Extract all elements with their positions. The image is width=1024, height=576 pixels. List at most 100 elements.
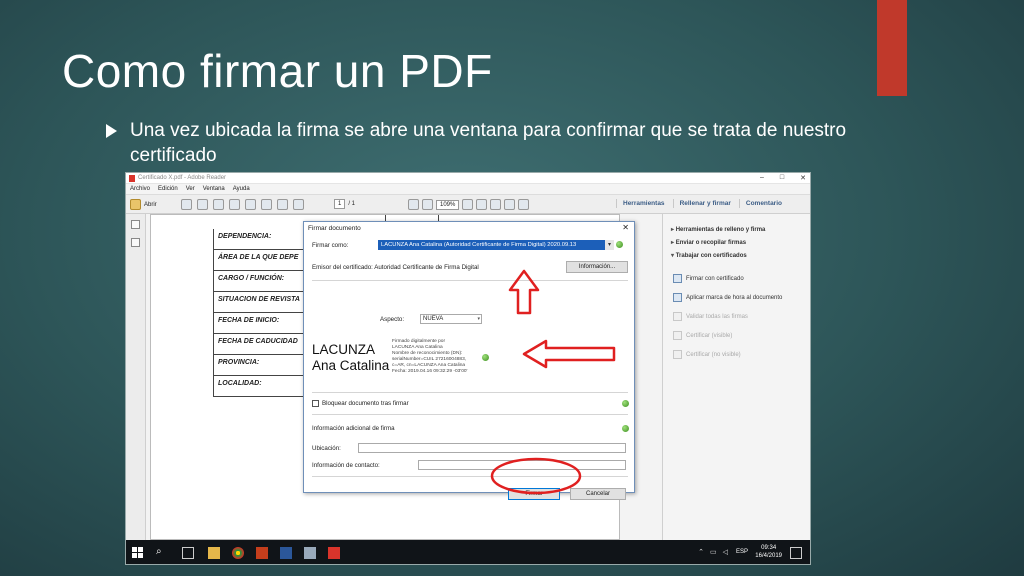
- chevron-down-icon: ▾: [605, 240, 614, 250]
- powerpoint-icon[interactable]: [256, 547, 268, 559]
- status-ok-icon: [616, 241, 623, 248]
- status-ok-icon: [622, 425, 629, 432]
- tab-rellenar-firmar[interactable]: Rellenar y firmar: [672, 199, 737, 208]
- email-icon[interactable]: [261, 199, 272, 210]
- section-enviar-firmas[interactable]: Enviar o recopilar firmas: [663, 235, 810, 248]
- tab-herramientas[interactable]: Herramientas: [616, 199, 671, 208]
- menubar: Archivo Edición Ver Ventana Ayuda: [126, 184, 810, 195]
- form-field-label: FECHA DE INICIO:: [214, 313, 308, 334]
- bullet-arrow-icon: [106, 124, 117, 138]
- lock-document-label: Bloquear documento tras firmar: [322, 400, 409, 407]
- minimize-icon[interactable]: –: [760, 174, 764, 182]
- location-label: Ubicación:: [312, 445, 341, 452]
- appearance-label: Aspecto:: [380, 316, 405, 323]
- acrobat-icon[interactable]: [328, 547, 340, 559]
- signature-name: LACUNZA Ana Catalina: [312, 342, 389, 374]
- search-icon[interactable]: ⌕: [156, 546, 168, 558]
- signature-preview: LACUNZA Ana Catalina Firmado digitalment…: [312, 334, 474, 386]
- folder-icon: [130, 199, 141, 210]
- close-icon[interactable]: ✕: [800, 174, 806, 182]
- menu-archivo[interactable]: Archivo: [130, 186, 150, 192]
- menu-ayuda[interactable]: Ayuda: [233, 186, 250, 192]
- menu-ventana[interactable]: Ventana: [203, 186, 225, 192]
- certify-visible-icon: [673, 331, 682, 340]
- signature-meta-line: Fecha: 2019.04.16 09:32:29 -03'00': [392, 369, 468, 374]
- appearance-select[interactable]: NUEVA ▾: [420, 314, 482, 324]
- toolbar: Abrir 1 / 1 109% Herramientas Rellenar y…: [126, 195, 810, 214]
- item-certificar-visible: Certificar (visible): [663, 326, 810, 345]
- word-icon[interactable]: [280, 547, 292, 559]
- fit-width-icon[interactable]: [476, 199, 488, 210]
- tools-panel: Herramientas de relleno y firma Enviar o…: [662, 214, 810, 540]
- toolbar-icons: [181, 199, 304, 210]
- fit-page-icon[interactable]: [462, 199, 474, 210]
- zoom-out-icon[interactable]: [408, 199, 419, 210]
- app-icon[interactable]: [304, 547, 316, 559]
- menu-ver[interactable]: Ver: [186, 186, 195, 192]
- zoom-in-icon[interactable]: [422, 199, 433, 210]
- sign-tool-icon[interactable]: [518, 199, 530, 210]
- form-field-label: CARGO / FUNCIÓN:: [214, 271, 308, 292]
- item-certificar-no-visible: Certificar (no visible): [663, 345, 810, 364]
- form-field-label: DEPENDENCIA:: [214, 229, 308, 250]
- dialog-title: Firmar documento: [308, 225, 361, 232]
- tab-comentario[interactable]: Comentario: [738, 199, 788, 208]
- window-controls: – □ ✕: [760, 174, 806, 182]
- pages-panel-icon[interactable]: [131, 220, 140, 229]
- divider: [312, 476, 628, 477]
- notifications-icon[interactable]: [790, 547, 802, 559]
- open-button[interactable]: Abrir: [130, 199, 157, 210]
- task-view-icon[interactable]: [182, 547, 194, 559]
- item-marca-hora[interactable]: Aplicar marca de hora al documento: [663, 288, 810, 307]
- item-label: Aplicar marca de hora al documento: [686, 294, 783, 301]
- sign-as-value: LACUNZA Ana Catalina (Autoridad Certific…: [381, 242, 577, 248]
- cancel-button[interactable]: Cancelar: [570, 488, 626, 500]
- clock[interactable]: 09:34 16/4/2019: [755, 544, 782, 560]
- chrome-icon[interactable]: [232, 547, 244, 559]
- section-relleno-firma[interactable]: Herramientas de relleno y firma: [663, 222, 810, 235]
- comment-icon[interactable]: [490, 199, 502, 210]
- next-page-icon[interactable]: [293, 199, 304, 210]
- info-button[interactable]: Información...: [566, 261, 628, 273]
- attachments-icon[interactable]: [131, 238, 140, 247]
- item-firmar-certificado[interactable]: Firmar con certificado: [663, 269, 810, 288]
- file-explorer-icon[interactable]: [208, 547, 220, 559]
- chevron-down-icon: ▾: [477, 316, 480, 322]
- save-icon[interactable]: [229, 199, 240, 210]
- highlight-icon[interactable]: [504, 199, 516, 210]
- form-field-label: SITUACION DE REVISTA: [214, 292, 308, 313]
- lock-document-checkbox[interactable]: [312, 400, 319, 407]
- item-label: Certificar (visible): [686, 332, 733, 339]
- form-labels: DEPENDENCIA: ÁREA DE LA QUE DEPE CARGO /…: [213, 229, 308, 397]
- language-indicator[interactable]: ESP: [736, 549, 748, 555]
- prev-page-icon[interactable]: [277, 199, 288, 210]
- form-field-label: FECHA DE CADUCIDAD: [214, 334, 308, 355]
- screenshot: Certificado X.pdf - Adobe Reader – □ ✕ A…: [125, 172, 811, 565]
- windows-start-icon[interactable]: [132, 547, 144, 559]
- issuer-text: Emisor del certificado: Autoridad Certif…: [312, 264, 479, 271]
- page-input[interactable]: 1: [334, 199, 346, 209]
- form-field-label: ÁREA DE LA QUE DEPE: [214, 250, 308, 271]
- print-icon[interactable]: [245, 199, 256, 210]
- location-input[interactable]: [358, 443, 626, 453]
- cloud-icon[interactable]: [213, 199, 224, 210]
- window-titlebar: Certificado X.pdf - Adobe Reader – □ ✕: [126, 173, 810, 184]
- certify-invisible-icon: [673, 350, 682, 359]
- export-icon[interactable]: [197, 199, 208, 210]
- zoom-input[interactable]: 109%: [436, 199, 460, 210]
- section-certificados[interactable]: Trabajar con certificados: [663, 248, 810, 261]
- signature-meta: Firmado digitalmente por LACUNZA Ana Cat…: [392, 339, 476, 375]
- system-tray-icons[interactable]: ⌃▭◁: [698, 548, 734, 556]
- window-title: Certificado X.pdf - Adobe Reader: [138, 175, 227, 181]
- maximize-icon[interactable]: □: [780, 174, 784, 182]
- contact-input[interactable]: [418, 460, 626, 470]
- timestamp-icon: [673, 293, 682, 302]
- menu-edicion[interactable]: Edición: [158, 186, 178, 192]
- dialog-close-icon[interactable]: ✕: [622, 223, 629, 232]
- status-ok-icon: [622, 400, 629, 407]
- toolbar-tabs: Herramientas Rellenar y firmar Comentari…: [616, 199, 788, 208]
- additional-info-label: Información adicional de firma: [312, 425, 395, 432]
- create-pdf-icon[interactable]: [181, 199, 192, 210]
- sign-as-select[interactable]: LACUNZA Ana Catalina (Autoridad Certific…: [378, 240, 614, 250]
- sign-button[interactable]: Firmar: [508, 488, 560, 500]
